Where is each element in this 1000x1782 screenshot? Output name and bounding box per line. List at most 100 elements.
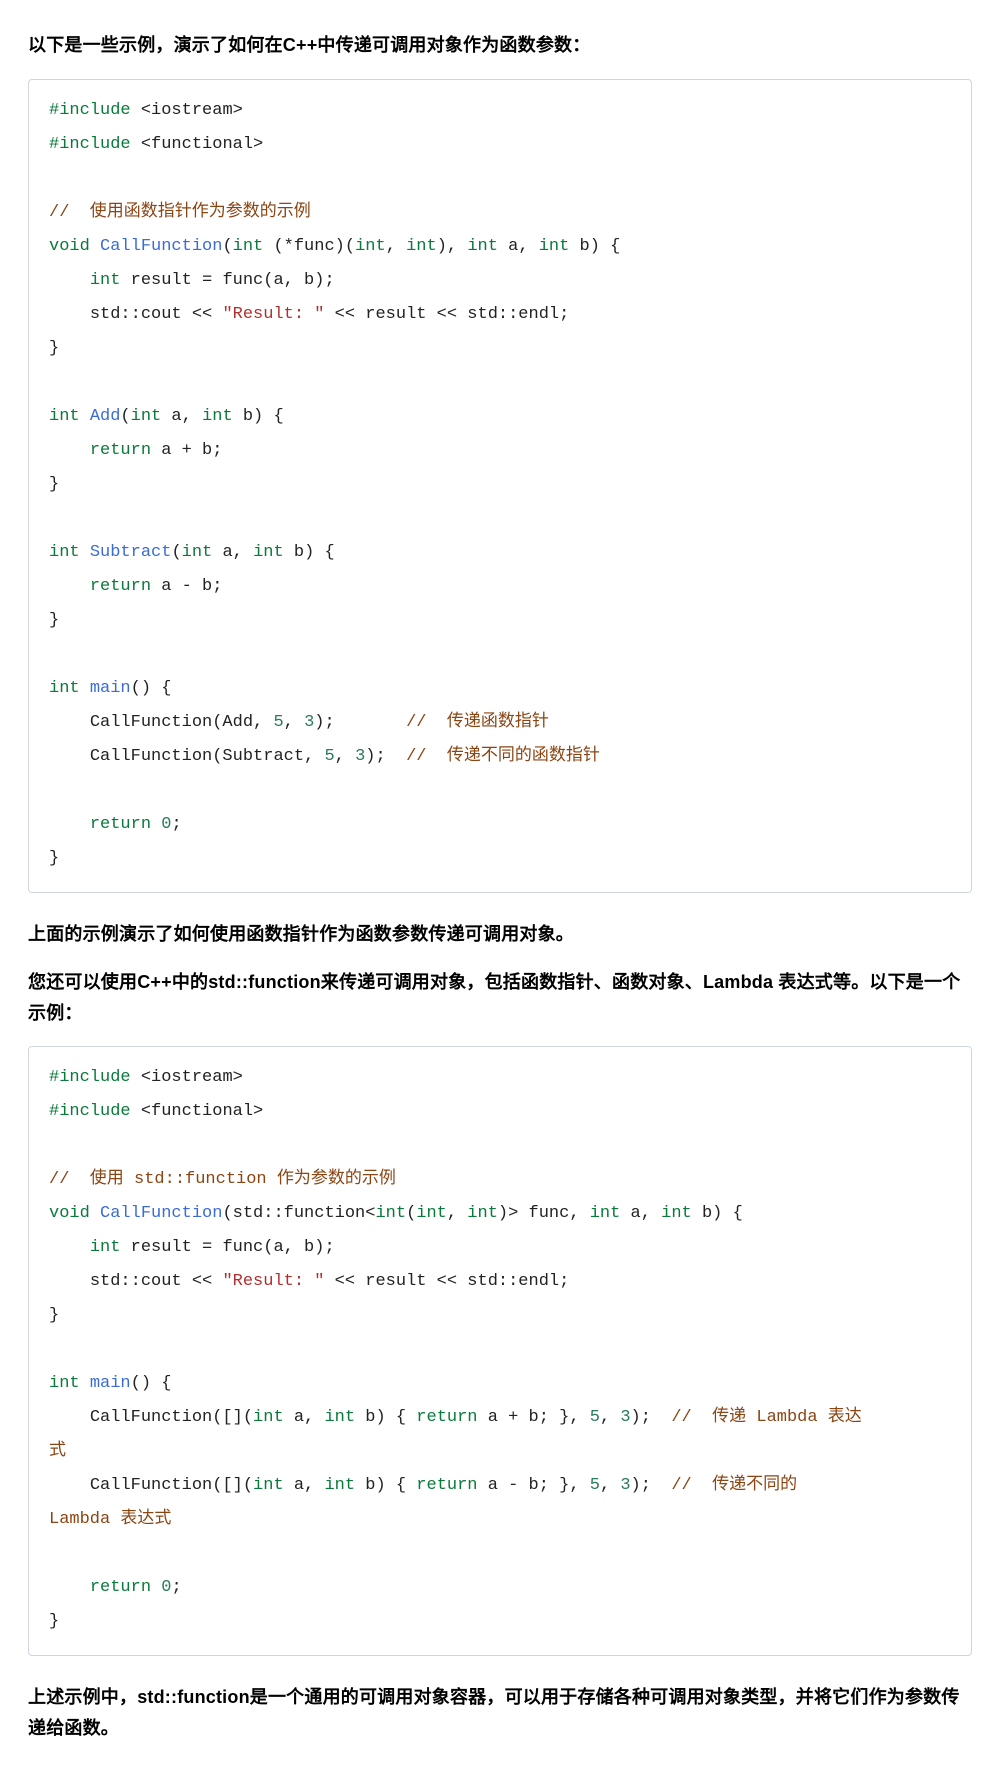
token: Add: [90, 407, 121, 426]
token: int: [416, 1204, 447, 1223]
code-block-2: #include <iostream> #include <functional…: [28, 1046, 972, 1656]
token: int: [253, 1476, 284, 1495]
token: a,: [161, 407, 202, 426]
token: return: [416, 1408, 477, 1427]
token: CallFunction(Subtract,: [49, 747, 324, 766]
token: CallFunction(Add,: [49, 713, 273, 732]
token-comment: // 传递 Lambda 表达: [671, 1408, 861, 1427]
token: std::cout <<: [49, 1272, 222, 1291]
token: int: [253, 543, 284, 562]
token: 5: [324, 747, 334, 766]
token: b) {: [355, 1408, 416, 1427]
token: int: [467, 1204, 498, 1223]
token: int: [355, 237, 386, 256]
token: #include: [49, 1068, 131, 1087]
token: return: [416, 1476, 477, 1495]
token: return: [90, 815, 151, 834]
token: << result << std::endl;: [324, 305, 569, 324]
token: a,: [284, 1408, 325, 1427]
token: return: [90, 577, 151, 596]
token: () {: [131, 1374, 172, 1393]
token: main: [90, 679, 131, 698]
token: int: [90, 271, 121, 290]
token: () {: [131, 679, 172, 698]
token: )> func,: [498, 1204, 590, 1223]
token: a,: [212, 543, 253, 562]
token: 0: [161, 1578, 171, 1597]
token: }: [49, 849, 59, 868]
token: result = func(a, b);: [120, 1238, 334, 1257]
token: [49, 1578, 90, 1597]
token: "Result: ": [222, 1272, 324, 1291]
token: CallFunction([](: [49, 1408, 253, 1427]
token: ;: [171, 815, 181, 834]
token: <functional>: [141, 135, 263, 154]
token-comment: 式: [49, 1442, 66, 1461]
token: 5: [590, 1476, 600, 1495]
token: int: [233, 237, 264, 256]
token: <iostream>: [141, 101, 243, 120]
token-comment: // 传递函数指针: [406, 713, 549, 732]
token: int: [49, 679, 80, 698]
token: std::cout <<: [49, 305, 222, 324]
token: 0: [161, 815, 171, 834]
token: CallFunction([](: [49, 1476, 253, 1495]
token: <functional>: [141, 1102, 263, 1121]
token: #include: [49, 101, 131, 120]
token: "Result: ": [222, 305, 324, 324]
token: << result << std::endl;: [324, 1272, 569, 1291]
token-comment: // 使用函数指针作为参数的示例: [49, 203, 311, 222]
token: [49, 815, 90, 834]
token: CallFunction: [100, 237, 222, 256]
token: int: [539, 237, 570, 256]
token: int: [375, 1204, 406, 1223]
token: (std::function<: [222, 1204, 375, 1223]
token: );: [631, 1408, 672, 1427]
token: }: [49, 339, 59, 358]
token: );: [365, 747, 406, 766]
token: int: [131, 407, 162, 426]
token: int: [324, 1476, 355, 1495]
token: 3: [355, 747, 365, 766]
token: void: [49, 1204, 90, 1223]
token: 3: [304, 713, 314, 732]
token: }: [49, 611, 59, 630]
token: int: [590, 1204, 621, 1223]
token-comment: // 传递不同的: [671, 1476, 797, 1495]
intro-paragraph: 以下是一些示例，演示了如何在C++中传递可调用对象作为函数参数：: [28, 30, 972, 61]
token: [49, 271, 90, 290]
token: ,: [447, 1204, 467, 1223]
token: a + b;: [151, 441, 222, 460]
outro-paragraph: 上述示例中，std::function是一个通用的可调用对象容器，可以用于存储各…: [28, 1682, 972, 1743]
token: (*func)(: [273, 237, 355, 256]
token: main: [90, 1374, 131, 1393]
token: 3: [620, 1476, 630, 1495]
token-comment: // 使用 std::function 作为参数的示例: [49, 1170, 396, 1189]
token: int: [324, 1408, 355, 1427]
token: int: [253, 1408, 284, 1427]
token: <iostream>: [141, 1068, 243, 1087]
token: }: [49, 1612, 59, 1631]
token: CallFunction: [100, 1204, 222, 1223]
token: b) {: [355, 1476, 416, 1495]
token: [49, 1238, 90, 1257]
token: int: [661, 1204, 692, 1223]
token: a - b; },: [478, 1476, 590, 1495]
token: a,: [620, 1204, 661, 1223]
token: }: [49, 475, 59, 494]
token: );: [631, 1476, 672, 1495]
token: 5: [273, 713, 283, 732]
token: ): [437, 237, 447, 256]
token: a - b;: [151, 577, 222, 596]
token: int: [49, 1374, 80, 1393]
token: ;: [171, 1578, 181, 1597]
token: int: [406, 237, 437, 256]
token: }: [49, 1306, 59, 1325]
token: 3: [620, 1408, 630, 1427]
token: result = func(a, b);: [120, 271, 334, 290]
token: int: [49, 543, 80, 562]
token: a,: [284, 1476, 325, 1495]
token: (: [406, 1204, 416, 1223]
token: int: [90, 1238, 121, 1257]
token: #include: [49, 135, 131, 154]
